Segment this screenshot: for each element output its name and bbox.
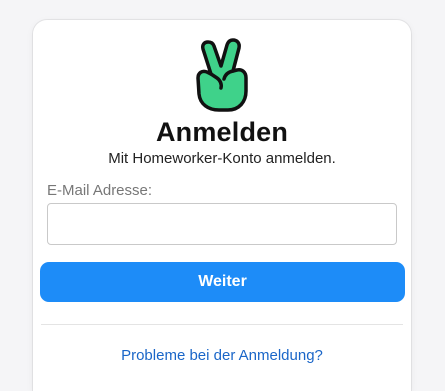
divider — [41, 324, 403, 325]
login-card: Anmelden Mit Homeworker-Konto anmelden. … — [33, 20, 411, 391]
page-subtitle: Mit Homeworker-Konto anmelden. — [108, 150, 336, 167]
page-title: Anmelden — [155, 117, 289, 147]
continue-button[interactable]: Weiter — [40, 262, 405, 302]
victory-hand-icon — [196, 38, 248, 112]
login-help-link[interactable]: Probleme bei der Anmeldung? — [33, 347, 411, 364]
email-field[interactable] — [47, 203, 397, 245]
email-label: E-Mail Adresse: — [47, 182, 153, 199]
